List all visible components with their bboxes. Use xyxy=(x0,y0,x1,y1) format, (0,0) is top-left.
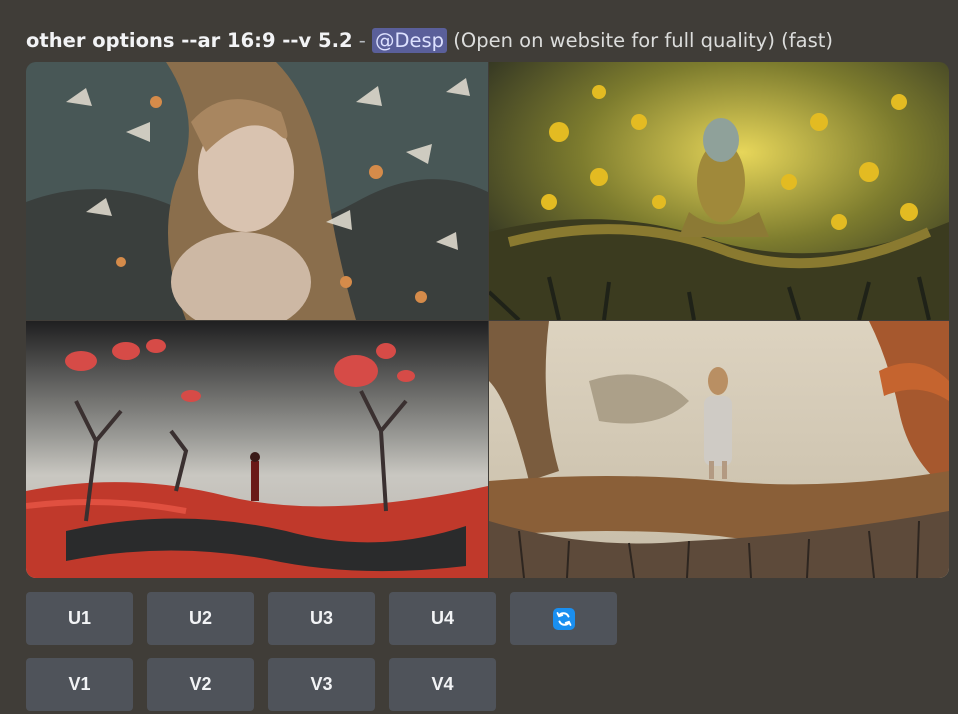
image-tile-3[interactable] xyxy=(26,321,488,578)
prompt-text: other options --ar 16:9 --v 5.2 xyxy=(26,29,353,52)
variation-button-4[interactable]: V4 xyxy=(389,658,496,711)
variation-button-2[interactable]: V2 xyxy=(147,658,254,711)
upscale-button-4[interactable]: U4 xyxy=(389,592,496,645)
user-mention[interactable]: @Desp xyxy=(371,28,448,53)
girl-with-butterflies-image xyxy=(26,62,488,320)
upscale-button-1[interactable]: U1 xyxy=(26,592,133,645)
image-tile-2[interactable] xyxy=(489,62,949,320)
upscale-button-3[interactable]: U3 xyxy=(268,592,375,645)
separator: - xyxy=(352,29,372,52)
image-grid[interactable] xyxy=(26,62,949,578)
image-tile-1[interactable] xyxy=(26,62,488,320)
variation-button-3[interactable]: V3 xyxy=(268,658,375,711)
girl-on-root-island-image xyxy=(489,321,949,578)
header-suffix: (Open on website for full quality) (fast… xyxy=(447,29,833,52)
reroll-button[interactable] xyxy=(510,592,617,645)
image-tile-4[interactable] xyxy=(489,321,949,578)
golden-forest-spirit-image xyxy=(489,62,949,320)
message-header: other options --ar 16:9 --v 5.2 - @Desp … xyxy=(26,24,946,58)
refresh-icon xyxy=(552,607,575,630)
red-mushroom-landscape-image xyxy=(26,321,488,578)
upscale-button-2[interactable]: U2 xyxy=(147,592,254,645)
variation-button-1[interactable]: V1 xyxy=(26,658,133,711)
